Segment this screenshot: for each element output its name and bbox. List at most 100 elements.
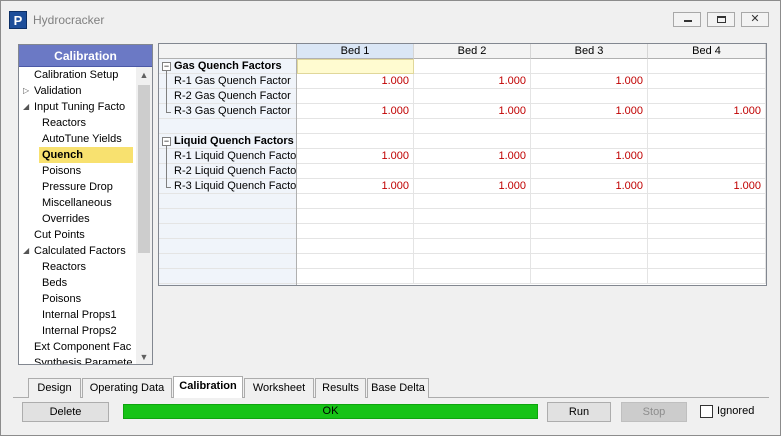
nav-item[interactable]: Pressure Drop (19, 179, 137, 195)
value-cell[interactable]: 1.000 (297, 149, 414, 164)
value-cell[interactable]: 1.000 (414, 179, 531, 194)
close-button[interactable]: ✕ (741, 12, 769, 27)
value-cell[interactable] (648, 239, 766, 254)
value-cell[interactable]: 1.000 (297, 104, 414, 119)
value-cell[interactable] (297, 134, 414, 149)
tab-design[interactable]: Design (28, 378, 81, 398)
stop-button[interactable]: Stop (621, 402, 687, 422)
value-cell[interactable] (297, 119, 414, 134)
value-cell[interactable] (297, 254, 414, 269)
value-cell[interactable]: 1.000 (414, 104, 531, 119)
value-cell[interactable] (648, 194, 766, 209)
nav-item[interactable]: Cut Points (19, 227, 137, 243)
column-header[interactable]: Bed 2 (414, 44, 531, 59)
value-cell[interactable]: 1.000 (297, 179, 414, 194)
value-cell[interactable]: 1.000 (414, 149, 531, 164)
value-cell[interactable] (414, 269, 531, 284)
value-cell[interactable] (531, 89, 648, 104)
scroll-up-icon[interactable]: ▲ (136, 67, 152, 83)
nav-item[interactable]: Ext Component Fac (19, 339, 137, 355)
value-cell[interactable] (414, 59, 531, 74)
value-cell[interactable] (297, 209, 414, 224)
value-cell[interactable] (531, 59, 648, 74)
nav-item[interactable]: ◢ Input Tuning Facto (19, 99, 137, 115)
tab-calibration[interactable]: Calibration (173, 376, 243, 398)
value-cell[interactable]: 1.000 (648, 104, 766, 119)
nav-item[interactable]: Miscellaneous (19, 195, 137, 211)
ignored-checkbox[interactable] (700, 405, 713, 418)
value-cell[interactable] (531, 134, 648, 149)
value-cell[interactable] (531, 119, 648, 134)
value-cell[interactable]: 1.000 (414, 74, 531, 89)
nav-item[interactable]: Internal Props1 (19, 307, 137, 323)
value-cell[interactable] (414, 224, 531, 239)
nav-item[interactable]: Poisons (19, 291, 137, 307)
nav-item[interactable]: ◢ Calculated Factors (19, 243, 137, 259)
value-cell[interactable] (414, 239, 531, 254)
value-cell[interactable] (414, 209, 531, 224)
value-cell[interactable] (648, 164, 766, 179)
expand-arrow-icon[interactable]: ▷ (23, 83, 29, 99)
scroll-thumb[interactable] (138, 85, 150, 253)
value-cell[interactable] (297, 194, 414, 209)
column-header[interactable]: Bed 1 (297, 44, 414, 59)
nav-item[interactable]: Synthesis Paramete (19, 355, 137, 364)
nav-item[interactable]: Internal Props2 (19, 323, 137, 339)
nav-item[interactable]: Overrides (19, 211, 137, 227)
value-cell[interactable] (531, 254, 648, 269)
value-cell[interactable] (297, 224, 414, 239)
collapse-arrow-icon[interactable]: ◢ (23, 243, 29, 259)
value-cell[interactable] (297, 269, 414, 284)
value-cell[interactable] (414, 89, 531, 104)
collapse-group-icon[interactable]: − (162, 62, 171, 71)
value-cell[interactable] (531, 224, 648, 239)
tab-base-delta[interactable]: Base Delta (367, 378, 429, 398)
value-cell[interactable] (531, 239, 648, 254)
value-cell[interactable] (531, 194, 648, 209)
value-cell[interactable] (648, 149, 766, 164)
value-cell[interactable] (648, 74, 766, 89)
nav-item[interactable]: Reactors (19, 259, 137, 275)
collapse-arrow-icon[interactable]: ◢ (23, 99, 29, 115)
value-cell[interactable] (297, 164, 414, 179)
minimize-button[interactable] (673, 12, 701, 27)
column-header[interactable]: Bed 4 (648, 44, 766, 59)
maximize-button[interactable] (707, 12, 735, 27)
nav-item[interactable]: Reactors (19, 115, 137, 131)
value-cell[interactable] (648, 224, 766, 239)
value-cell[interactable]: 1.000 (297, 74, 414, 89)
value-cell[interactable] (648, 119, 766, 134)
value-cell[interactable] (414, 254, 531, 269)
nav-item[interactable]: Quench (19, 147, 137, 163)
value-cell[interactable] (297, 239, 414, 254)
value-cell[interactable] (414, 194, 531, 209)
value-cell[interactable] (531, 269, 648, 284)
value-cell[interactable] (531, 209, 648, 224)
nav-item[interactable]: ▷ Validation (19, 83, 137, 99)
value-cell[interactable] (648, 134, 766, 149)
nav-item[interactable]: Poisons (19, 163, 137, 179)
value-cell[interactable]: 1.000 (531, 149, 648, 164)
nav-scrollbar[interactable]: ▲ ▼ (136, 67, 152, 364)
value-cell[interactable]: 1.000 (648, 179, 766, 194)
value-cell[interactable] (414, 164, 531, 179)
value-cell[interactable]: 1.000 (531, 104, 648, 119)
value-cell[interactable] (414, 134, 531, 149)
value-cell[interactable] (648, 59, 766, 74)
scroll-down-icon[interactable]: ▼ (136, 349, 152, 364)
column-header[interactable]: Bed 3 (531, 44, 648, 59)
delete-button[interactable]: Delete (22, 402, 109, 422)
value-cell[interactable] (531, 164, 648, 179)
title-bar[interactable]: P Hydrocracker ✕ (1, 1, 780, 37)
value-cell[interactable] (648, 209, 766, 224)
nav-item[interactable]: AutoTune Yields (19, 131, 137, 147)
tab-worksheet[interactable]: Worksheet (244, 378, 314, 398)
tab-results[interactable]: Results (315, 378, 366, 398)
value-cell[interactable] (297, 59, 414, 74)
value-cell[interactable]: 1.000 (531, 179, 648, 194)
value-cell[interactable] (414, 119, 531, 134)
value-cell[interactable] (648, 89, 766, 104)
nav-item[interactable]: Calibration Setup (19, 67, 137, 83)
value-cell[interactable]: 1.000 (531, 74, 648, 89)
collapse-group-icon[interactable]: − (162, 137, 171, 146)
